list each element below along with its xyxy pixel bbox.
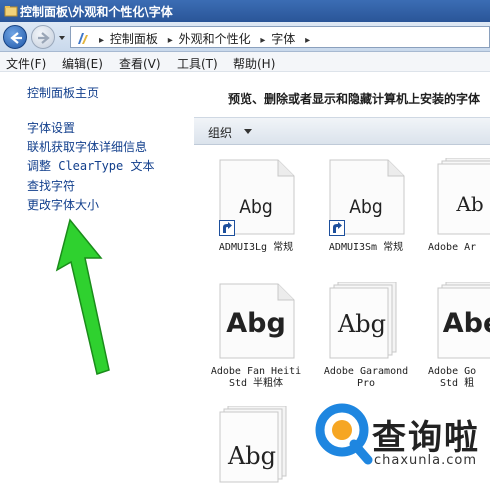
arrow-right-icon [38, 32, 50, 44]
shortcut-arrow-icon [219, 220, 235, 236]
font-name: Adobe Ar [428, 242, 477, 253]
recent-pages-dropdown-icon[interactable] [57, 33, 67, 43]
menu-bar: 文件(F) 编辑(E) 查看(V) 工具(T) 帮助(H) [0, 52, 490, 72]
menu-file[interactable]: 文件(F) [6, 55, 46, 72]
breadcrumb-separator-icon[interactable]: ▸ [260, 35, 265, 46]
font-preview: Ab [456, 192, 484, 216]
page-heading: 预览、删除或者显示和隐藏计算机上安装的字体 [228, 92, 481, 106]
window-title: 控制面板\外观和个性化\字体 [20, 5, 173, 19]
font-family-stack-icon: Abg [216, 406, 296, 484]
command-bar: 组织 [194, 117, 490, 145]
font-family-stack-icon: Abg [326, 282, 406, 360]
watermark-text: 查询啦 [372, 418, 480, 458]
breadcrumb-separator-icon[interactable]: ▸ [168, 35, 173, 46]
font-family-stack-icon: Ab [434, 158, 490, 236]
font-name: Std 半粗体 [228, 378, 284, 389]
font-preview: Abg [226, 308, 286, 339]
breadcrumb: ▸ 控制面板 ▸ 外观和个性化 ▸ 字体 ▸ [95, 30, 312, 47]
font-preview: Abg [227, 442, 277, 470]
back-button[interactable] [3, 25, 27, 49]
organize-button[interactable]: 组织 [208, 124, 232, 141]
font-name: ADMUI3Sm 常规 [328, 242, 404, 253]
breadcrumb-fonts[interactable]: 字体 [271, 32, 295, 46]
font-name: Adobe Go [428, 366, 477, 377]
font-name: Adobe Garamond [323, 366, 409, 377]
search-logo-icon [315, 403, 373, 465]
control-panel-home-link[interactable]: 控制面板主页 [27, 84, 99, 101]
find-character-link[interactable]: 查找字符 [27, 177, 75, 194]
address-box[interactable]: ▸ 控制面板 ▸ 外观和个性化 ▸ 字体 ▸ [70, 26, 490, 48]
font-file-icon: Abg [326, 158, 406, 236]
folder-icon [4, 6, 18, 17]
get-font-info-online-link[interactable]: 联机获取字体详细信息 [27, 138, 147, 155]
font-name: ADMUI3Lg 常规 [218, 242, 294, 253]
watermark-url: chaxunla.com [374, 453, 477, 468]
font-file-icon: Abg [216, 158, 296, 236]
shortcut-arrow-icon [329, 220, 345, 236]
font-settings-link[interactable]: 字体设置 [27, 119, 75, 136]
adjust-cleartype-link[interactable]: 调整 ClearType 文本 [27, 157, 154, 174]
font-file-icon: Abg [216, 282, 296, 360]
address-bar: ▸ 控制面板 ▸ 外观和个性化 ▸ 字体 ▸ [0, 22, 490, 52]
font-preview: Abg [239, 196, 273, 218]
menu-view[interactable]: 查看(V) [119, 55, 161, 72]
breadcrumb-control-panel[interactable]: 控制面板 [110, 32, 158, 46]
menu-edit[interactable]: 编辑(E) [62, 55, 103, 72]
font-preview: Abg [349, 196, 383, 218]
control-panel-icon [78, 33, 88, 44]
breadcrumb-appearance[interactable]: 外观和个性化 [179, 32, 251, 46]
arrow-left-icon [10, 32, 22, 44]
menu-tools[interactable]: 工具(T) [177, 55, 218, 72]
chevron-down-icon[interactable] [244, 129, 252, 135]
window-title-bar[interactable]: 控制面板\外观和个性化\字体 [0, 0, 490, 22]
font-name: Adobe Fan Heiti [210, 366, 302, 377]
green-arrow-annotation-icon [55, 218, 110, 375]
menu-help[interactable]: 帮助(H) [233, 55, 275, 72]
change-font-size-link[interactable]: 更改字体大小 [27, 196, 99, 213]
breadcrumb-separator-icon[interactable]: ▸ [99, 35, 104, 46]
font-preview: Abg [337, 310, 387, 338]
forward-button[interactable] [31, 25, 55, 49]
font-family-stack-icon: Abe [434, 282, 490, 360]
font-preview: Abe [442, 308, 490, 339]
breadcrumb-separator-icon[interactable]: ▸ [305, 35, 310, 46]
site-watermark: 查询啦 chaxunla.com [312, 380, 490, 490]
